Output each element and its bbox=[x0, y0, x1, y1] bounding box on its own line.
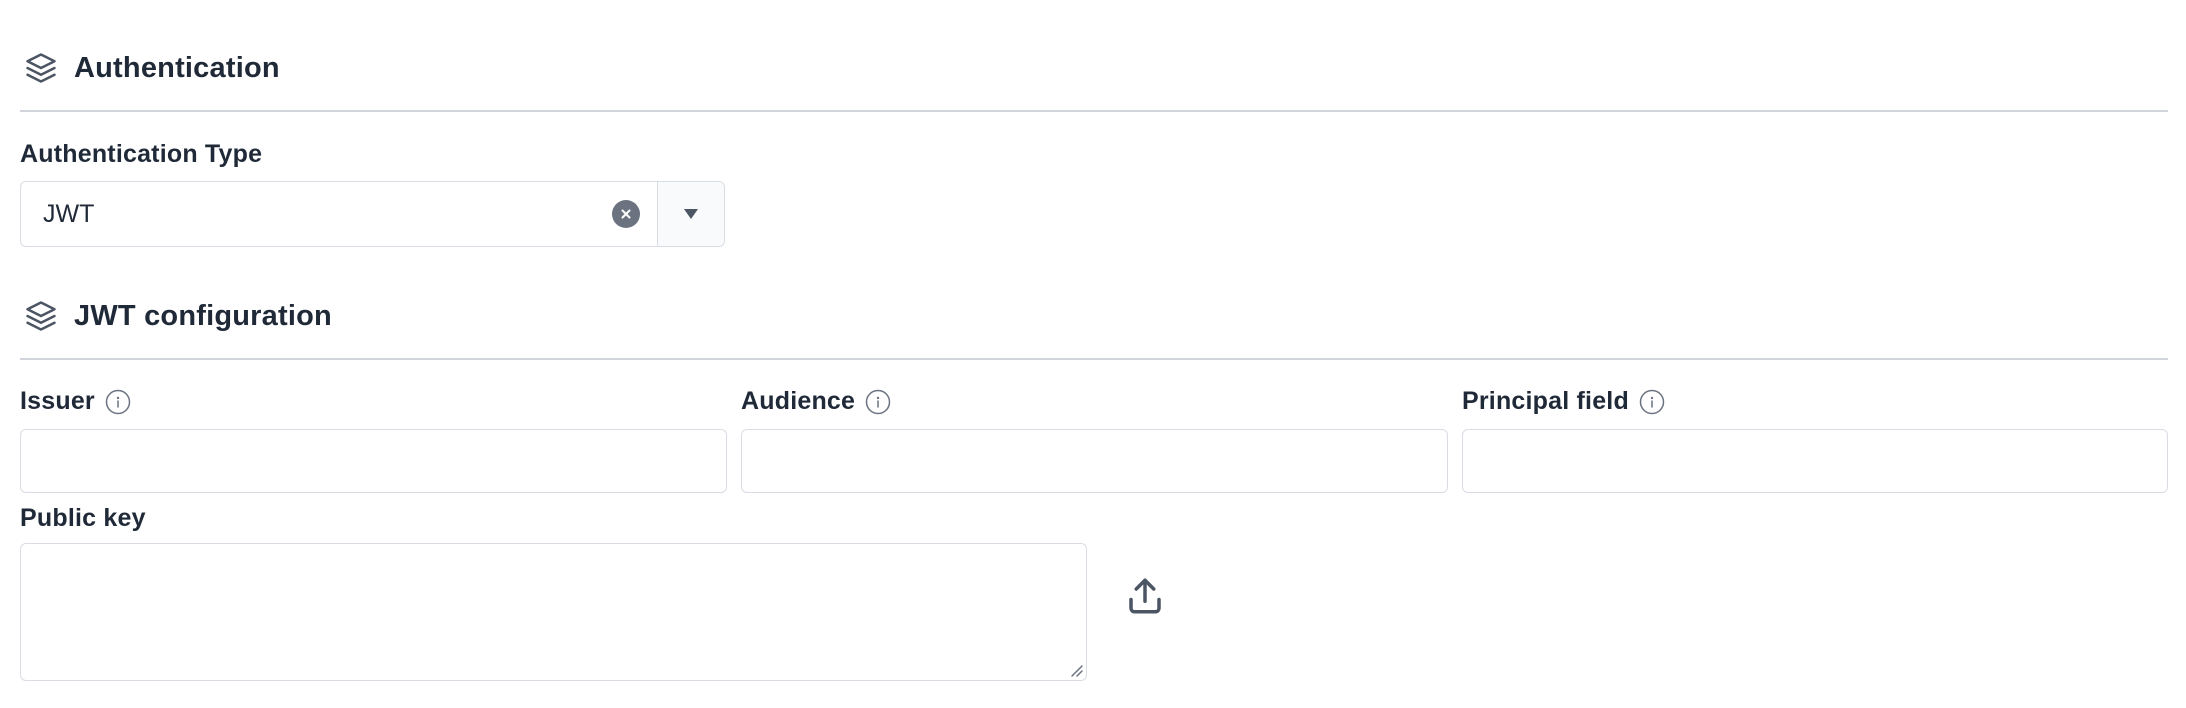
principal-field-input[interactable] bbox=[1462, 429, 2168, 493]
resize-handle-icon[interactable] bbox=[1068, 662, 1084, 678]
authentication-section-header: Authentication bbox=[20, 47, 2168, 89]
upload-icon[interactable] bbox=[1120, 571, 1170, 621]
authentication-section-title: Authentication bbox=[74, 51, 280, 84]
section-divider bbox=[20, 358, 2168, 360]
authentication-type-value[interactable]: JWT bbox=[21, 200, 612, 229]
layers-icon bbox=[20, 295, 62, 337]
jwt-configuration-section-title: JWT configuration bbox=[74, 299, 332, 332]
issuer-input[interactable] bbox=[20, 429, 727, 493]
section-divider bbox=[20, 110, 2168, 112]
authentication-type-label-text: Authentication Type bbox=[20, 140, 263, 168]
audience-label: Audience bbox=[741, 387, 891, 416]
public-key-textarea-wrapper bbox=[20, 543, 1087, 681]
layers-icon bbox=[20, 47, 62, 89]
jwt-configuration-section-header: JWT configuration bbox=[20, 295, 2168, 337]
authentication-type-label: Authentication Type bbox=[20, 140, 262, 169]
info-icon[interactable] bbox=[105, 389, 131, 415]
audience-input[interactable] bbox=[741, 429, 1448, 493]
principal-field-label: Principal field bbox=[1462, 387, 1665, 416]
issuer-label-text: Issuer bbox=[20, 387, 95, 415]
clear-selection-icon[interactable] bbox=[612, 200, 640, 228]
caret-down-icon bbox=[684, 209, 698, 219]
authentication-type-select[interactable]: JWT bbox=[20, 181, 725, 247]
audience-label-text: Audience bbox=[741, 387, 856, 415]
dropdown-toggle-button[interactable] bbox=[657, 182, 724, 246]
info-icon[interactable] bbox=[865, 389, 891, 415]
public-key-label: Public key bbox=[20, 504, 146, 533]
principal-field-label-text: Principal field bbox=[1462, 387, 1629, 415]
info-icon[interactable] bbox=[1639, 389, 1665, 415]
public-key-textarea[interactable] bbox=[21, 544, 1086, 680]
public-key-label-text: Public key bbox=[20, 504, 146, 532]
issuer-label: Issuer bbox=[20, 387, 131, 416]
